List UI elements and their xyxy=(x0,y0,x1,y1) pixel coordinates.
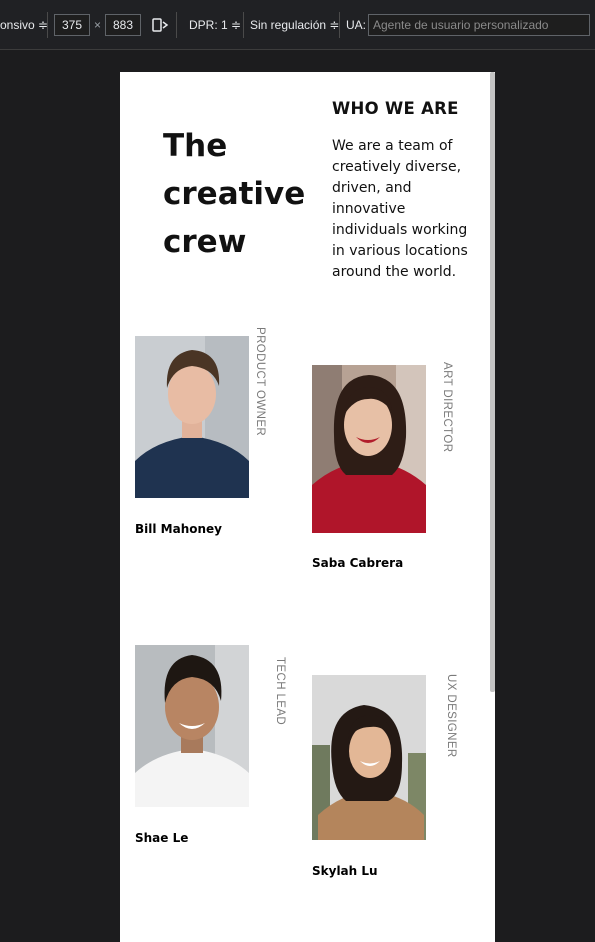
hero-title: The creative crew xyxy=(163,128,306,260)
responsive-mode-select[interactable]: onsivo ≑ xyxy=(0,12,48,38)
toolbar-divider xyxy=(47,12,48,38)
emulated-page: The creative crew WHO WE ARE We are a te… xyxy=(120,72,495,942)
saba-cabrera-photo xyxy=(312,365,426,533)
toolbar-divider xyxy=(176,12,177,38)
who-we-are-text: We are a team of creatively diverse, dri… xyxy=(332,138,468,280)
saba-cabrera-role: ART DIRECTOR xyxy=(441,362,453,453)
rotate-icon[interactable] xyxy=(151,16,169,34)
user-agent-input[interactable]: Agente de usuario personalizado xyxy=(368,14,590,36)
device-toolbar: onsivo ≑ 375 × 883 DPR: 1 ≑ Sin regulaci… xyxy=(0,0,595,50)
dimension-separator: × xyxy=(94,18,102,32)
height-input[interactable]: 883 xyxy=(105,14,141,36)
ua-label: UA: xyxy=(346,18,367,32)
saba-cabrera-name: Saba Cabrera xyxy=(312,556,404,570)
page-scrollbar[interactable] xyxy=(490,72,495,692)
toolbar-divider xyxy=(243,12,244,38)
bill-mahoney-photo xyxy=(135,336,249,498)
toolbar-divider xyxy=(339,12,340,38)
shae-le-photo xyxy=(135,645,249,807)
shae-le-name: Shae Le xyxy=(135,831,189,845)
who-we-are-heading: WHO WE ARE xyxy=(332,99,459,118)
skylah-lu-role: UX DESIGNER xyxy=(445,674,457,758)
throttling-select[interactable]: Sin regulación ≑ xyxy=(250,12,339,38)
shae-le-role: TECH LEAD xyxy=(274,657,286,726)
dpr-select[interactable]: DPR: 1 ≑ xyxy=(189,12,241,38)
bill-mahoney-role: PRODUCT OWNER xyxy=(254,327,266,437)
bill-mahoney-name: Bill Mahoney xyxy=(135,522,222,536)
width-input[interactable]: 375 xyxy=(54,14,90,36)
skylah-lu-photo xyxy=(312,675,426,840)
skylah-lu-name: Skylah Lu xyxy=(312,864,378,878)
